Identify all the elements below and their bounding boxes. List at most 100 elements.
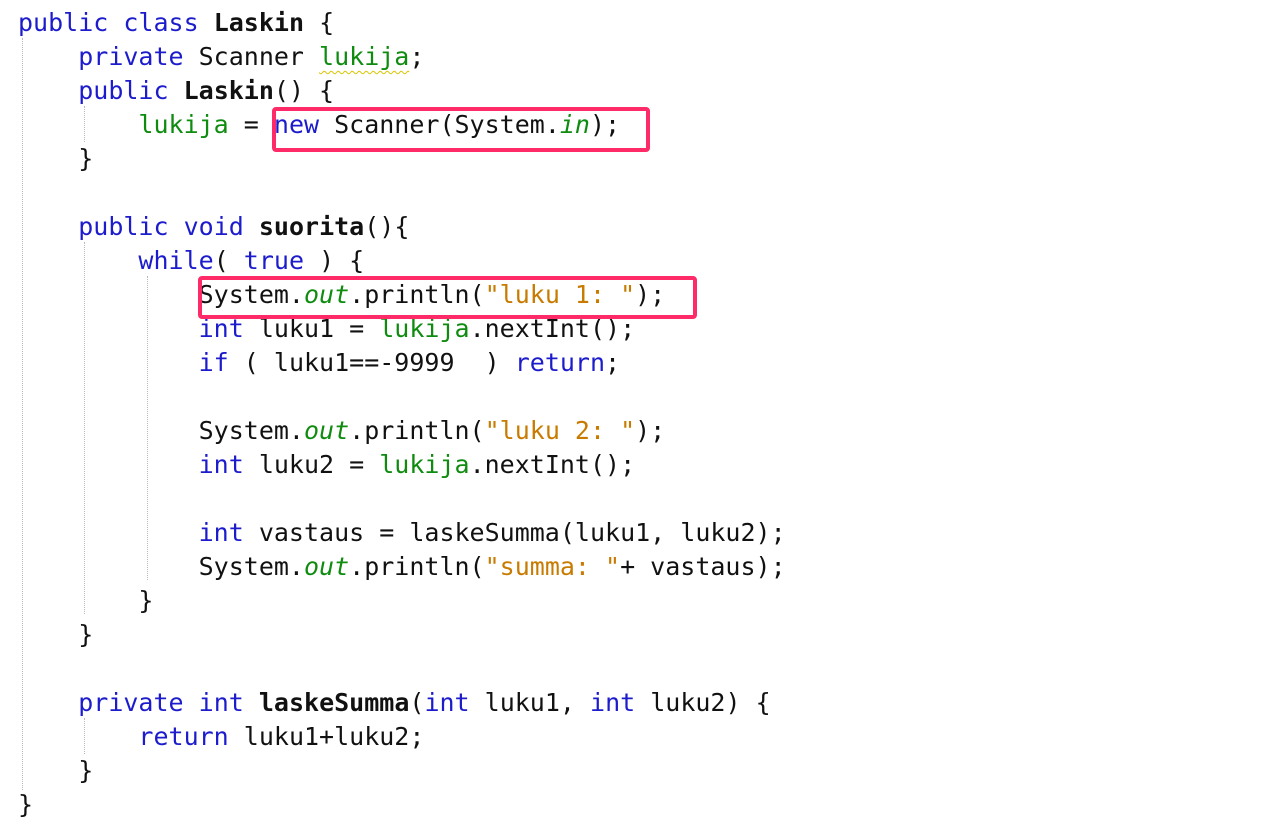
code-line: int luku1 = lukija.nextInt(); [18, 312, 636, 346]
code-token: int [198, 450, 244, 479]
code-line: return luku1+luku2; [18, 720, 424, 754]
code-token: Laskin [213, 8, 305, 37]
code-editor[interactable]: public class Laskin { private Scanner lu… [0, 0, 1278, 822]
code-line: } [18, 584, 153, 618]
code-token: ; [605, 348, 621, 377]
code-token: "summa: " [484, 552, 621, 581]
code-token: () { [273, 76, 335, 105]
code-line: System.out.println("luku 2: "); [18, 414, 666, 448]
code-token: ( [213, 246, 244, 275]
code-token: luku1 = [243, 314, 380, 343]
code-token: vastaus = laskeSumma(luku1, luku2); [243, 518, 786, 547]
code-token: laskeSumma [258, 688, 410, 717]
code-line: while( true ) { [18, 244, 364, 278]
code-token: ); [635, 280, 666, 309]
code-line: } [18, 618, 93, 652]
code-token: + vastaus); [620, 552, 786, 581]
code-token: Scanner(System. [319, 110, 560, 139]
code-token: public [78, 212, 169, 241]
code-token: System. [18, 280, 304, 309]
code-token: new [273, 110, 320, 139]
code-token: int [198, 688, 244, 717]
code-token: .println( [349, 552, 485, 581]
code-token: } [18, 144, 94, 173]
code-line: } [18, 788, 33, 822]
code-token: (){ [364, 212, 410, 241]
code-token: public [18, 8, 109, 37]
code-line: } [18, 754, 93, 788]
code-line: int vastaus = laskeSumma(luku1, luku2); [18, 516, 786, 550]
code-token: private [78, 688, 184, 717]
code-token: true [243, 246, 305, 275]
code-token: void [183, 212, 244, 241]
code-token: ( [409, 688, 425, 717]
code-line: int luku2 = lukija.nextInt(); [18, 448, 636, 482]
code-token: int [590, 688, 636, 717]
code-token: System. [18, 416, 304, 445]
code-token: ); [635, 416, 666, 445]
code-token: .println( [349, 416, 485, 445]
code-token: luku1+luku2; [228, 722, 425, 751]
code-token: out [303, 552, 350, 581]
code-token: in [559, 110, 590, 139]
code-line: if ( luku1==-9999 ) return; [18, 346, 620, 380]
code-token: System. [18, 552, 304, 581]
code-line: public Laskin() { [18, 74, 334, 108]
code-token: } [18, 586, 154, 615]
code-token: int [198, 518, 244, 547]
code-token: luku2 = [243, 450, 380, 479]
code-line: System.out.println("luku 1: "); [18, 278, 666, 312]
code-token: public [78, 76, 169, 105]
code-token: ) { [304, 246, 365, 275]
code-token: while [138, 246, 214, 275]
code-token: return [138, 722, 229, 751]
code-token: lukija [379, 314, 470, 343]
code-token: lukija [138, 110, 229, 139]
code-token: "luku 1: " [484, 280, 636, 309]
code-token: return [514, 348, 606, 377]
code-token: Laskin [183, 76, 274, 105]
code-line: private Scanner lukija; [18, 40, 424, 74]
code-token: luku2) { [635, 688, 771, 717]
code-token: } [18, 756, 94, 785]
code-token: if [198, 348, 229, 377]
code-line: } [18, 142, 93, 176]
code-token: } [18, 790, 34, 819]
code-token: out [303, 416, 350, 445]
code-token: private [78, 42, 184, 71]
code-token: lukija [379, 450, 470, 479]
code-token: suorita [258, 212, 365, 241]
code-token: = [228, 110, 274, 139]
code-token: ; [409, 42, 425, 71]
code-token: .nextInt(); [469, 314, 636, 343]
code-token: ); [589, 110, 621, 139]
code-token: { [304, 8, 335, 37]
code-line: public void suorita(){ [18, 210, 409, 244]
code-token: .println( [349, 280, 485, 309]
code-token: int [198, 314, 244, 343]
code-line: System.out.println("summa: "+ vastaus); [18, 550, 786, 584]
code-token: } [18, 620, 94, 649]
code-token: lukija [319, 42, 410, 71]
code-token: Scanner [183, 42, 320, 71]
code-line: public class Laskin { [18, 6, 334, 40]
code-token: "luku 2: " [484, 416, 636, 445]
code-line: lukija = new Scanner(System.in); [18, 108, 620, 142]
code-line: private int laskeSumma(int luku1, int lu… [18, 686, 771, 720]
